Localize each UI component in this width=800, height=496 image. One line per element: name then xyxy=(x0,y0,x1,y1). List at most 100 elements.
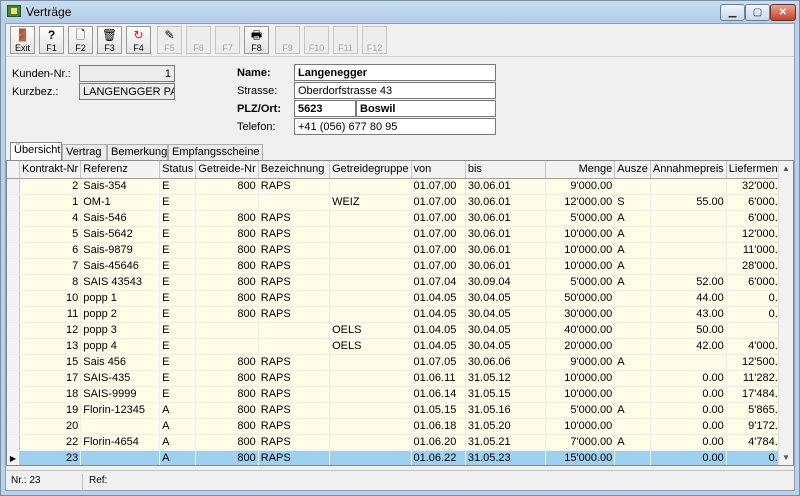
table-cell[interactable]: OM-1 xyxy=(80,194,161,211)
row-indicator[interactable] xyxy=(7,258,21,275)
table-cell[interactable]: Sais-45646 xyxy=(80,258,161,275)
table-cell[interactable]: E xyxy=(159,194,197,211)
column-header-status[interactable]: Status xyxy=(159,161,197,179)
table-row[interactable]: 18 SAIS-9999 E 800 RAPS 01.06.14 31.05.15 10'00… xyxy=(7,386,793,403)
table-cell[interactable]: 01.06.14 xyxy=(411,386,466,403)
table-cell[interactable]: 01.07.00 xyxy=(411,194,466,211)
column-header-auszeichnung[interactable]: Ausze xyxy=(614,161,651,179)
table-cell[interactable]: 800 xyxy=(195,258,259,275)
table-cell[interactable]: Sais 456 xyxy=(80,354,161,371)
table-row[interactable]: 12 popp 3 E OELS 01.04.05 30.04.05 40'000.00 50… xyxy=(7,322,793,339)
table-cell[interactable]: 800 xyxy=(195,274,259,291)
table-cell[interactable] xyxy=(614,290,651,307)
table-cell[interactable] xyxy=(650,210,727,227)
row-indicator[interactable] xyxy=(7,226,21,243)
table-cell[interactable]: 50'000.00 xyxy=(545,290,616,307)
table-cell[interactable] xyxy=(329,258,412,275)
table-cell[interactable]: RAPS xyxy=(258,354,331,371)
table-cell[interactable]: 12 xyxy=(19,322,82,339)
table-row[interactable]: 4 Sais-546 E 800 RAPS 01.07.00 30.06.01 5'000.0… xyxy=(7,210,793,227)
table-cell[interactable]: RAPS xyxy=(258,450,331,465)
table-cell[interactable]: Sais-546 xyxy=(80,210,161,227)
row-indicator[interactable]: ▶ xyxy=(7,450,21,465)
table-cell[interactable]: 15 xyxy=(19,354,82,371)
table-cell[interactable]: A xyxy=(614,258,651,275)
table-cell[interactable]: 800 xyxy=(195,418,259,435)
table-cell[interactable] xyxy=(329,450,412,465)
row-indicator[interactable] xyxy=(7,402,21,419)
toolbar-button-f8[interactable]: 🖶 F8 xyxy=(244,26,269,54)
tab--bersicht[interactable]: Übersicht xyxy=(10,142,62,160)
table-row[interactable]: 8 SAIS 43543 E 800 RAPS 01.07.04 30.09.04 5'000… xyxy=(7,274,793,291)
table-cell[interactable]: 18 xyxy=(19,386,82,403)
table-cell[interactable] xyxy=(329,306,412,323)
table-row[interactable]: 20 A 800 RAPS 01.06.18 31.05.20 10'000.00 0.00 9… xyxy=(7,418,793,435)
row-indicator[interactable] xyxy=(7,194,21,211)
table-cell[interactable] xyxy=(614,418,651,435)
table-cell[interactable]: 01.07.00 xyxy=(411,210,466,227)
table-cell[interactable] xyxy=(614,386,651,403)
table-cell[interactable]: 10 xyxy=(19,290,82,307)
table-row[interactable]: 6 Sais-9879 E 800 RAPS 01.07.00 30.06.01 10'000… xyxy=(7,242,793,259)
table-cell[interactable]: 1 xyxy=(19,194,82,211)
table-cell[interactable]: RAPS xyxy=(258,370,331,387)
table-cell[interactable] xyxy=(329,418,412,435)
table-row[interactable]: 2 Sais-354 E 800 RAPS 01.07.00 30.06.01 9'000.0… xyxy=(7,178,793,195)
table-row[interactable]: 7 Sais-45646 E 800 RAPS 01.07.00 30.06.01 10'00… xyxy=(7,258,793,275)
table-cell[interactable]: 7'000.00 xyxy=(545,434,616,451)
row-indicator[interactable] xyxy=(7,290,21,307)
table-cell[interactable]: 0.00 xyxy=(650,418,727,435)
table-cell[interactable]: 01.05.15 xyxy=(411,402,466,419)
table-cell[interactable]: 01.04.05 xyxy=(411,322,466,339)
column-header-referenz[interactable]: Referenz xyxy=(80,161,161,179)
table-cell[interactable] xyxy=(195,322,259,339)
table-cell[interactable]: RAPS xyxy=(258,434,331,451)
table-cell[interactable]: popp 1 xyxy=(80,290,161,307)
table-cell[interactable]: E xyxy=(159,258,197,275)
table-cell[interactable]: 01.06.20 xyxy=(411,434,466,451)
table-cell[interactable]: E xyxy=(159,338,197,355)
row-indicator[interactable] xyxy=(7,242,21,259)
row-indicator[interactable] xyxy=(7,274,21,291)
table-cell[interactable]: 01.06.18 xyxy=(411,418,466,435)
table-cell[interactable]: 30.09.04 xyxy=(465,274,547,291)
table-cell[interactable]: 10'000.00 xyxy=(545,418,616,435)
toolbar-button-f6[interactable]: F6 xyxy=(186,26,211,54)
toolbar-button-f1[interactable]: ? F1 xyxy=(39,26,64,54)
column-header-bezeichnung[interactable]: Bezeichnung xyxy=(258,161,331,179)
ort-field[interactable]: Boswil xyxy=(356,100,496,117)
table-cell[interactable]: 4 xyxy=(19,210,82,227)
table-cell[interactable]: Florin-12345 xyxy=(80,402,161,419)
table-cell[interactable] xyxy=(650,258,727,275)
minimize-button[interactable]: ▁ xyxy=(720,4,745,21)
table-cell[interactable]: popp 4 xyxy=(80,338,161,355)
table-row[interactable]: 13 popp 4 E OELS 01.04.05 30.04.05 20'000.00 42… xyxy=(7,338,793,355)
table-cell[interactable]: 0.00 xyxy=(650,370,727,387)
table-cell[interactable]: 800 xyxy=(195,242,259,259)
table-cell[interactable]: 800 xyxy=(195,370,259,387)
row-indicator[interactable] xyxy=(7,354,21,371)
table-cell[interactable] xyxy=(258,338,331,355)
table-cell[interactable]: 7 xyxy=(19,258,82,275)
vertical-scrollbar[interactable]: ▲ ▼ xyxy=(778,161,793,465)
table-cell[interactable]: RAPS xyxy=(258,242,331,259)
tab-vertrag[interactable]: Vertrag xyxy=(62,144,107,160)
table-cell[interactable]: 9'000.00 xyxy=(545,178,616,195)
column-header-bis[interactable]: bis xyxy=(465,161,547,179)
row-indicator[interactable] xyxy=(7,306,21,323)
table-cell[interactable] xyxy=(329,274,412,291)
table-cell[interactable]: Sais-354 xyxy=(80,178,161,195)
table-row[interactable]: 17 SAIS-435 E 800 RAPS 01.06.11 31.05.12 10'000… xyxy=(7,370,793,387)
table-cell[interactable]: A xyxy=(614,242,651,259)
table-cell[interactable]: 31.05.12 xyxy=(465,370,547,387)
table-cell[interactable]: 13 xyxy=(19,338,82,355)
table-cell[interactable]: A xyxy=(159,402,197,419)
table-cell[interactable]: 0.00 xyxy=(650,386,727,403)
table-cell[interactable]: 800 xyxy=(195,178,259,195)
toolbar-button-f11[interactable]: F11 xyxy=(333,26,358,54)
table-cell[interactable]: SAIS-435 xyxy=(80,370,161,387)
table-cell[interactable] xyxy=(614,338,651,355)
table-cell[interactable]: RAPS xyxy=(258,418,331,435)
table-cell[interactable]: 31.05.15 xyxy=(465,386,547,403)
table-cell[interactable]: E xyxy=(159,226,197,243)
